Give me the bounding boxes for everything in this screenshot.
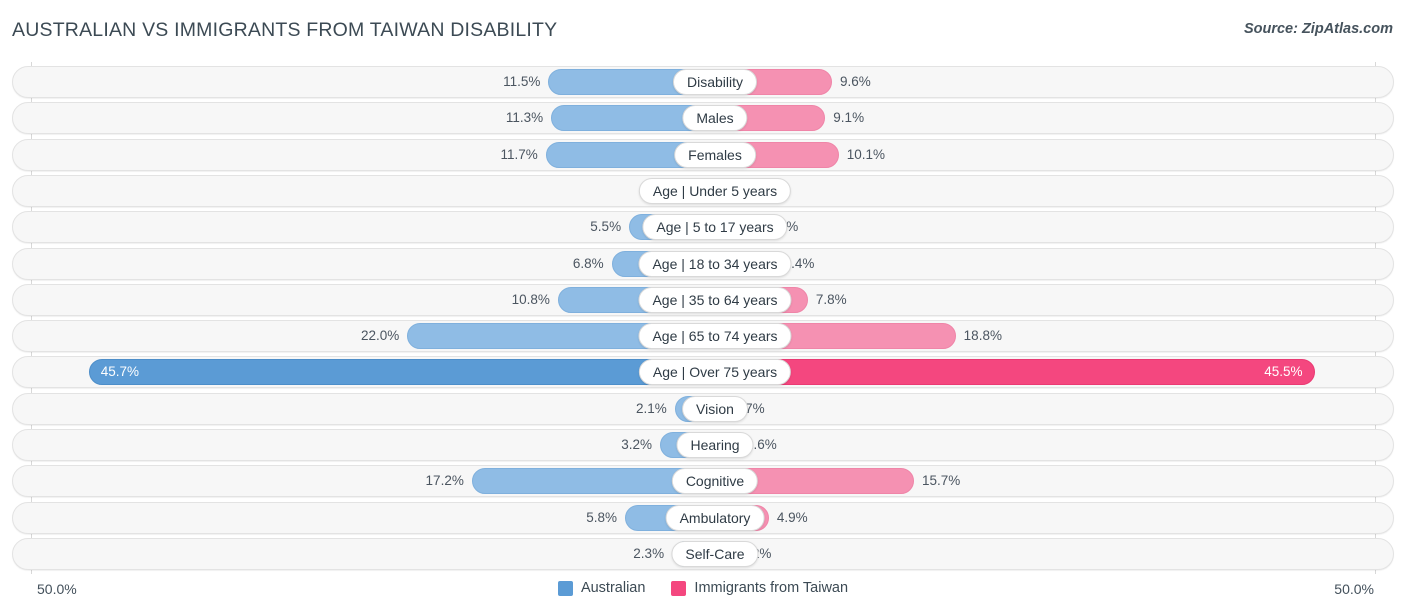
chart-row: 17.2% 15.7% Cognitive [12, 465, 1394, 498]
value-label-australian: 6.8% [572, 255, 604, 271]
chart-row: 45.7% 45.5% Age | Over 75 years [12, 356, 1394, 389]
chart-row: 1.4%1.0%Age | Under 5 years [12, 174, 1394, 207]
chart-row: 5.5%4.2%Age | 5 to 17 years [12, 211, 1394, 244]
row-category-label: Females [674, 141, 756, 168]
value-label-australian: 45.7% [100, 364, 140, 380]
chart-row: 22.0% 18.8% Age | 65 to 74 years [12, 320, 1394, 353]
row-category-label: Cognitive [671, 468, 759, 495]
value-label-immigrants-from-taiwan: 2.6% [745, 437, 777, 452]
chart-row: 11.3% 9.1% Males [12, 102, 1394, 135]
value-label-immigrants-from-taiwan: 10.1% [846, 146, 886, 162]
chart-row: 3.2% 2.6% Hearing [12, 429, 1394, 461]
bar-australian [551, 105, 703, 132]
chart-row: 11.5% 9.6% Disability [12, 66, 1394, 98]
bar-australian [471, 468, 703, 495]
chart-row: 2.1% 1.7% Vision [12, 392, 1394, 425]
value-label-australian: 2.3% [633, 545, 665, 561]
row-category-label: Age | Over 75 years [638, 359, 792, 386]
chart-row: 2.3%2.2%Self-Care [12, 537, 1394, 570]
row-category-label: Age | Under 5 years [638, 177, 792, 204]
value-label-australian: 22.0% [361, 328, 400, 344]
legend-item-immigrants-from-taiwan[interactable]: Immigrants from Taiwan [671, 580, 848, 596]
value-label-australian: 10.8% [511, 291, 550, 307]
value-label-australian: 11.7% [500, 146, 538, 162]
value-label-immigrants-from-taiwan: 45.5% [1264, 364, 1303, 380]
value-label-australian: 11.3% [505, 110, 544, 126]
value-label-australian: 11.5% [503, 74, 541, 89]
bar-australian [88, 359, 703, 386]
diverging-bar-chart: 11.5% 9.6% Disability 11.3% 9.1% Males 11.7% 10… [0, 62, 1406, 574]
legend-swatch-icon [557, 580, 573, 596]
row-category-label: Males [682, 105, 748, 132]
legend-item-australian[interactable]: Australian [557, 580, 646, 596]
legend-label: Australian [580, 580, 646, 596]
row-category-label: Age | 65 to 74 years [638, 323, 792, 350]
source-attribution: Source: ZipAtlas.com [1243, 21, 1393, 37]
row-category-label: Self-Care [671, 540, 759, 567]
value-label-australian: 2.1% [635, 400, 667, 416]
row-category-label: Disability [672, 69, 758, 95]
value-label-australian: 3.2% [621, 437, 652, 452]
value-label-immigrants-from-taiwan: 5.4% [783, 255, 815, 271]
row-category-label: Age | 18 to 34 years [638, 250, 792, 277]
chart-legend: Australian Immigrants from Taiwan [0, 580, 1406, 596]
page-title: AUSTRALIAN VS IMMIGRANTS FROM TAIWAN DIS… [12, 19, 558, 41]
value-label-immigrants-from-taiwan: 9.6% [840, 74, 871, 89]
row-category-label: Age | 5 to 17 years [642, 214, 788, 241]
row-category-label: Vision [682, 395, 748, 422]
value-label-australian: 5.8% [586, 509, 618, 525]
value-label-australian: 17.2% [425, 473, 464, 489]
value-label-immigrants-from-taiwan: 18.8% [963, 328, 1002, 344]
chart-footer: 50.0% 50.0% Australian Immigrants from T… [0, 574, 1406, 612]
value-label-immigrants-from-taiwan: 9.1% [833, 110, 865, 126]
row-category-label: Age | 35 to 64 years [638, 286, 792, 313]
chart-row: 6.8% 5.4% Age | 18 to 34 years [12, 247, 1394, 280]
row-category-label: Hearing [676, 432, 754, 458]
legend-label: Immigrants from Taiwan [694, 580, 849, 596]
value-label-australian: 5.5% [590, 219, 622, 235]
chart-row: 11.7% 10.1% Females [12, 138, 1394, 171]
chart-row: 5.8% 4.9% Ambulatory [12, 501, 1394, 534]
value-label-immigrants-from-taiwan: 15.7% [922, 473, 961, 489]
chart-header: AUSTRALIAN VS IMMIGRANTS FROM TAIWAN DIS… [0, 0, 1406, 56]
row-category-label: Ambulatory [665, 504, 765, 531]
value-label-immigrants-from-taiwan: 7.8% [815, 291, 847, 307]
legend-swatch-icon [671, 580, 687, 596]
chart-row: 10.8% 7.8% Age | 35 to 64 years [12, 283, 1394, 316]
value-label-immigrants-from-taiwan: 4.9% [776, 509, 808, 525]
